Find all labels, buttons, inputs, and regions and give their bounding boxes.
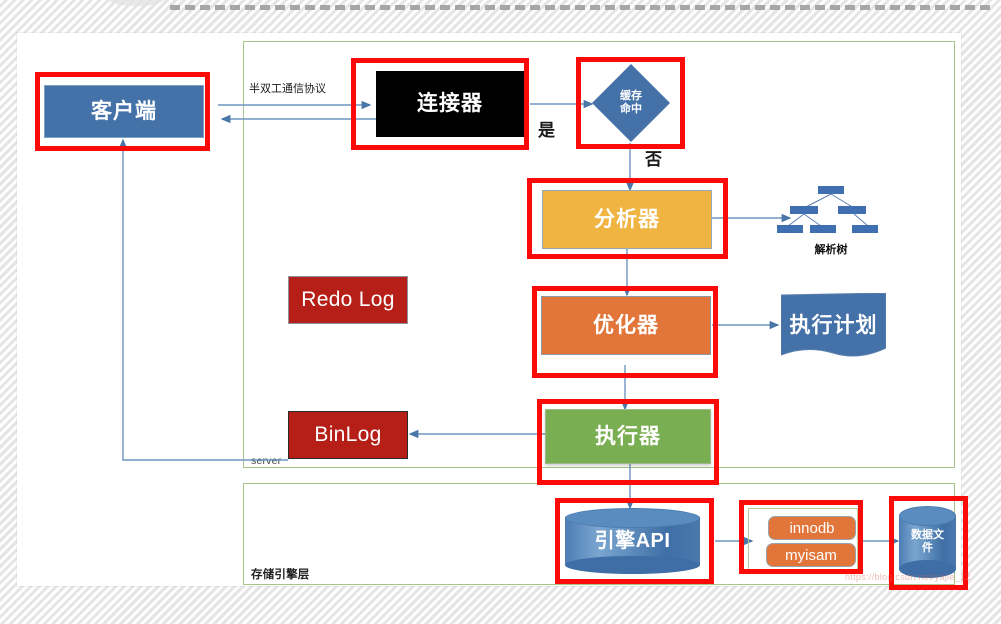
node-innodb[interactable]: innodb bbox=[768, 516, 856, 540]
node-client-label: 客户端 bbox=[91, 99, 157, 123]
node-data-file[interactable]: 数据文 件 bbox=[899, 506, 956, 578]
node-parser[interactable]: 分析器 bbox=[542, 190, 712, 249]
node-execution-plan[interactable]: 执行计划 bbox=[781, 293, 886, 361]
node-engine-api[interactable]: 引擎API bbox=[565, 508, 700, 574]
node-bin-log-label: BinLog bbox=[314, 423, 382, 447]
node-parser-label: 分析器 bbox=[594, 207, 660, 231]
parse-tree-graphic bbox=[776, 178, 886, 240]
node-execution-plan-label: 执行计划 bbox=[789, 314, 878, 337]
parse-tree-caption: 解析树 bbox=[814, 244, 848, 256]
node-connector[interactable]: 连接器 bbox=[376, 71, 524, 137]
node-innodb-label: innodb bbox=[789, 519, 835, 537]
node-data-file-label: 数据文 件 bbox=[911, 529, 944, 554]
node-myisam-label: myisam bbox=[785, 546, 837, 564]
annotation-yes: 是 bbox=[538, 121, 555, 140]
node-engine-api-label: 引擎API bbox=[594, 529, 671, 552]
node-executor[interactable]: 执行器 bbox=[545, 409, 711, 464]
node-cache-hit-label: 缓存 命中 bbox=[620, 90, 642, 115]
annotation-no: 否 bbox=[645, 150, 662, 169]
node-optimizer-label: 优化器 bbox=[593, 313, 659, 337]
node-executor-label: 执行器 bbox=[595, 424, 661, 448]
slide-canvas: server 存储引擎层 客户端 半双工通信协议 连接器 是 否 缓存 命中 分… bbox=[0, 0, 1001, 624]
node-optimizer[interactable]: 优化器 bbox=[541, 296, 711, 355]
node-bin-log[interactable]: BinLog bbox=[288, 411, 408, 459]
node-cache-hit[interactable]: 缓存 命中 bbox=[592, 64, 670, 142]
node-redo-log[interactable]: Redo Log bbox=[288, 276, 408, 324]
node-client[interactable]: 客户端 bbox=[44, 85, 204, 138]
annotation-protocol: 半双工通信协议 bbox=[249, 83, 326, 95]
node-connector-label: 连接器 bbox=[417, 92, 483, 116]
node-redo-log-label: Redo Log bbox=[301, 288, 395, 312]
node-myisam[interactable]: myisam bbox=[766, 543, 856, 567]
